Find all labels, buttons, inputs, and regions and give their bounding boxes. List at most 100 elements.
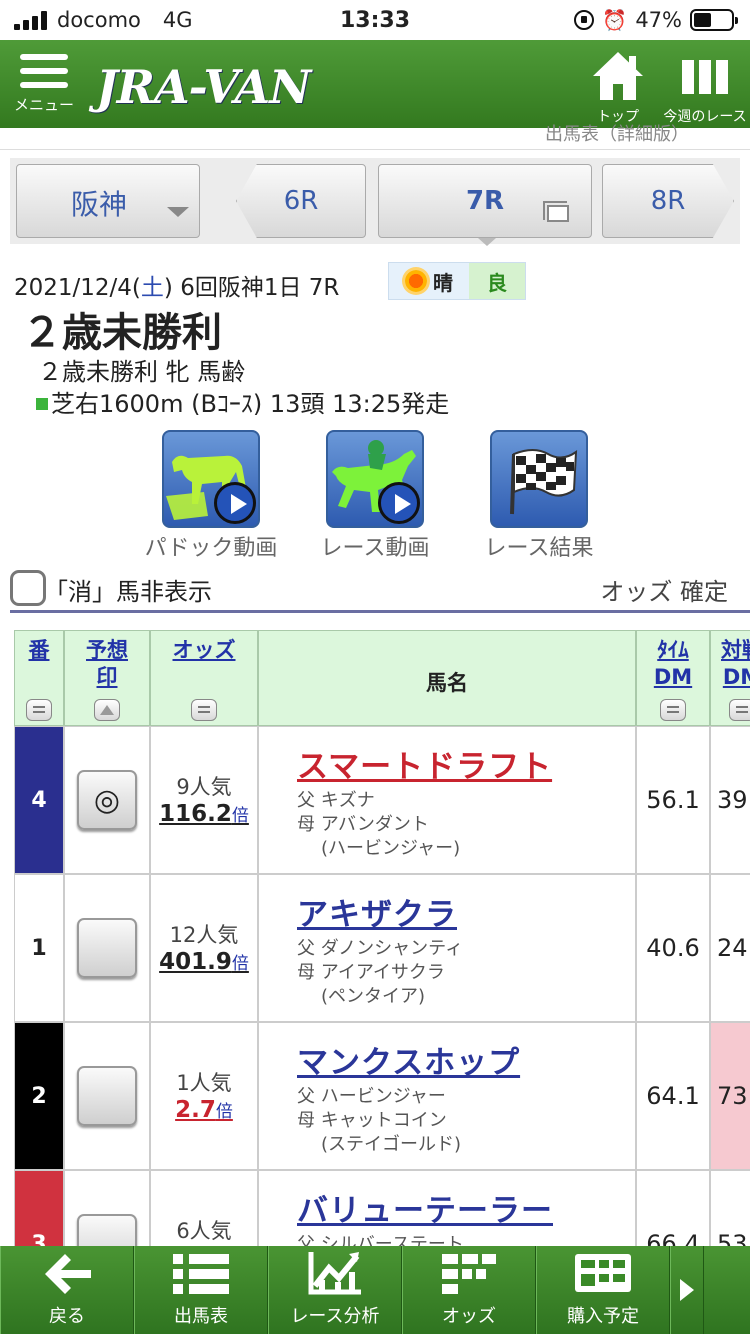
odds-value[interactable]: 116.2倍: [151, 801, 257, 827]
prediction-mark-button[interactable]: [77, 1066, 137, 1126]
header-time-dm-link[interactable]: ﾀｲﾑ DM: [637, 637, 709, 691]
dam: 母 キャットコイン: [297, 1110, 447, 1131]
next-race-button[interactable]: 8R: [602, 164, 734, 238]
day-of-week: 土: [140, 275, 164, 301]
going-label: 良: [469, 263, 525, 299]
prediction-mark-button[interactable]: [77, 918, 137, 978]
horse-cell: アキザクラ父 ダノンシャンティ母 アイアイサクラ (ペンタイア): [258, 874, 636, 1022]
header-time-dm[interactable]: ﾀｲﾑ DM: [636, 630, 710, 726]
venue-select[interactable]: 阪神: [16, 164, 200, 238]
prediction-mark-button[interactable]: ◎: [77, 770, 137, 830]
play-icon: [214, 482, 256, 524]
purchase-plan-tab[interactable]: 購入予定: [536, 1246, 670, 1334]
popularity: 12人気: [169, 923, 239, 947]
race-result-button[interactable]: レース結果: [464, 430, 614, 562]
top-button[interactable]: トップ: [588, 50, 648, 126]
race-date: 2021/12/4(: [14, 275, 141, 301]
chevron-right-icon: [680, 1279, 694, 1301]
horse-name-link[interactable]: スマートドラフト: [297, 741, 552, 786]
header-versus-dm[interactable]: 対戦 DM: [710, 630, 750, 726]
prediction-mark-button[interactable]: [77, 1214, 137, 1246]
race-result-label: レース結果: [484, 536, 594, 561]
dam-sire: (ハービンジャー): [321, 838, 461, 859]
current-race-button[interactable]: 7R: [378, 164, 592, 238]
dam-sire: (ステイゴールド): [321, 1134, 462, 1155]
header-prediction-mark[interactable]: 予想印: [64, 630, 150, 726]
odds-tab[interactable]: オッズ: [402, 1246, 536, 1334]
race-analysis-tab[interactable]: レース分析: [268, 1246, 402, 1334]
odds-number: 116.2: [159, 801, 232, 827]
race-video-button[interactable]: レース動画: [300, 430, 450, 562]
pedigree: 父 ダノンシャンティ母 アイアイサクラ (ペンタイア): [297, 937, 463, 1009]
back-tab[interactable]: 戻る: [0, 1246, 134, 1334]
header-prediction-line2: 印: [96, 665, 118, 689]
header-odds-link[interactable]: オッズ: [151, 637, 257, 664]
purchase-plan-tab-label: 購入予定: [567, 1306, 639, 1327]
odds-cell: 12人気 401.9倍: [150, 874, 258, 1022]
more-tabs-button[interactable]: [670, 1246, 704, 1334]
time-dm: 64.1: [636, 1022, 710, 1170]
sort-icon[interactable]: [729, 699, 750, 721]
odds-status: オッズ 確定: [600, 578, 728, 606]
header-number-link[interactable]: 番: [15, 637, 63, 664]
alarm-icon: ⏰: [602, 8, 628, 32]
sort-icon[interactable]: [660, 699, 686, 721]
odds-grid-icon: [442, 1254, 496, 1294]
header-versus-dm-link[interactable]: 対戦 DM: [711, 637, 750, 691]
header-horse-label: 馬名: [426, 671, 468, 695]
header-prediction-line1: 予想: [86, 638, 128, 662]
analysis-chart-icon: [308, 1252, 361, 1295]
sort-icon[interactable]: [191, 699, 217, 721]
horse-name-link[interactable]: バリューテーラー: [297, 1185, 553, 1230]
time-dm: 56.1: [636, 726, 710, 874]
sort-up-icon[interactable]: [94, 699, 120, 721]
pedigree: 父 シルバーステート: [297, 1233, 464, 1246]
back-arrow-icon: [45, 1254, 91, 1294]
header-prediction-link[interactable]: 予想印: [65, 637, 149, 691]
header-time-line1: ﾀｲﾑ: [657, 638, 689, 662]
hide-scratched-checkbox[interactable]: [10, 570, 46, 606]
hamburger-icon: [14, 54, 74, 88]
popularity: 9人気: [176, 775, 232, 799]
header-odds[interactable]: オッズ: [150, 630, 258, 726]
mark-cell: [64, 1170, 150, 1246]
current-race-pointer: [478, 238, 496, 246]
ticket-icon: [575, 1254, 631, 1292]
jra-van-logo: JRA-VAN: [96, 60, 311, 114]
odds-value[interactable]: 401.9倍: [151, 949, 257, 975]
header-horse-name: 馬名: [258, 630, 636, 726]
status-bar: docomo 4G 13:33 ⏰ 47%: [0, 0, 750, 40]
page-subtitle: 出馬表（詳細版）: [545, 124, 689, 145]
race-video-icon: [326, 430, 424, 528]
mark-cell: [64, 874, 150, 1022]
entries-tab[interactable]: 出馬表: [134, 1246, 268, 1334]
list-icon: [173, 1254, 229, 1294]
section-divider: [10, 610, 750, 613]
odds-number: 2.7: [175, 1097, 216, 1123]
sort-icon[interactable]: [26, 699, 52, 721]
table-row: 4 ◎ 9人気 116.2倍 スマートドラフト父 キズナ母 アバンダント (ハービンジャー…: [14, 726, 750, 874]
popularity: 1人気: [176, 1071, 232, 1095]
horse-number: 3: [14, 1170, 64, 1246]
prev-race-button[interactable]: 6R: [236, 164, 366, 238]
app-header: メニュー JRA-VAN トップ 今週のレース: [0, 40, 750, 128]
pedigree: 父 キズナ母 アバンダント (ハービンジャー): [297, 789, 460, 861]
race-card-table: 番 予想印 オッズ 馬名 ﾀｲﾑDM 対戦DM 4◎9人気116.2倍スマートド…: [14, 630, 750, 1246]
weather-going: 晴 良: [388, 262, 526, 300]
columns-icon: [682, 60, 728, 94]
mark-cell: ◎: [64, 726, 150, 874]
versus-dm: 39: [710, 726, 750, 874]
checkered-flag-icon: [490, 430, 588, 528]
paddock-video-button[interactable]: パドック動画: [136, 430, 286, 562]
this-week-races-button[interactable]: 今週のレース: [660, 50, 750, 126]
horse-name-link[interactable]: アキザクラ: [297, 889, 457, 934]
horse-number: 1: [14, 874, 64, 1022]
odds-value[interactable]: 2.7倍: [151, 1097, 257, 1123]
signal-icon: [14, 10, 47, 30]
horse-name-link[interactable]: マンクスホップ: [297, 1037, 520, 1082]
menu-button[interactable]: メニュー: [14, 54, 74, 115]
weather-label: 晴: [433, 270, 453, 295]
venue-label: 阪神: [71, 188, 128, 221]
header-number[interactable]: 番: [14, 630, 64, 726]
weather-box: 晴: [389, 263, 469, 299]
